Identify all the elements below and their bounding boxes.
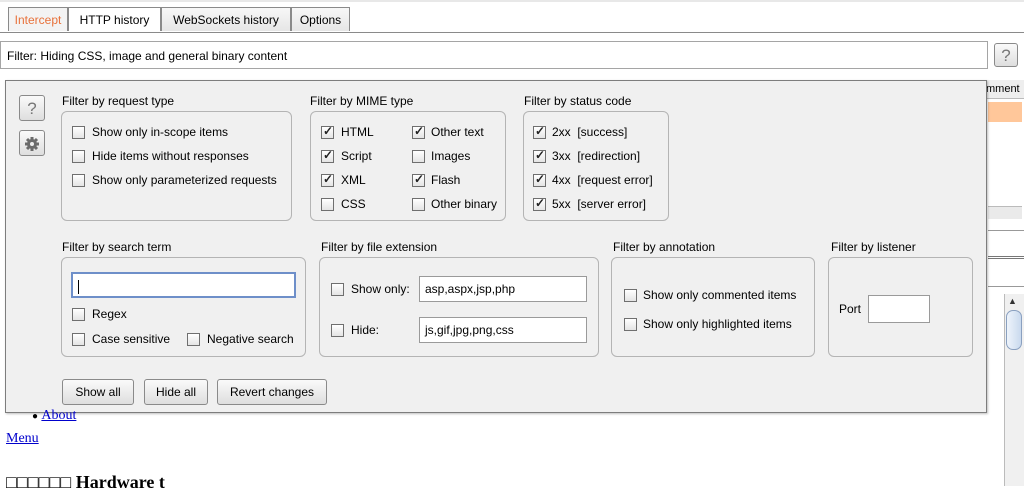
highlighted-label: Show only highlighted items [643,317,792,331]
regex-checkbox[interactable] [72,308,85,321]
commented-label: Show only commented items [643,288,797,302]
column-header-comment[interactable]: mment [985,80,1024,99]
other-text-checkbox[interactable] [412,124,425,139]
hide-extensions-input[interactable]: js,gif,jpg,png,css [419,317,587,343]
xml-label: XML [341,173,366,187]
request-type-title: Filter by request type [62,94,175,108]
annotation-title: Filter by annotation [613,240,716,254]
negative-search-label: Negative search [207,332,294,346]
status-5xx-label: 5xx [server error] [552,197,647,211]
listener-title: Filter by listener [831,240,916,254]
heading-missing-glyphs: □□□□□□ [6,472,72,492]
hide-label: Hide: [351,323,380,337]
show-only-label: Show only: [351,282,410,296]
html-checkbox[interactable] [321,124,334,139]
negative-search-checkbox[interactable] [187,333,200,346]
case-sensitive-checkbox[interactable] [72,333,85,346]
status-2xx-checkbox[interactable] [533,124,546,139]
help-icon[interactable]: ? [19,95,45,121]
images-label: Images [431,149,471,163]
css-checkbox[interactable] [321,198,334,211]
heading-text: Hardware t [75,472,165,492]
mime-title: Filter by MIME type [310,94,414,108]
tab-websockets-history[interactable]: WebSockets history [161,7,291,31]
css-label: CSS [341,197,366,211]
xml-checkbox[interactable] [321,172,334,187]
request-type-group: Show only in-scope items Hide items with… [61,111,292,221]
search-input[interactable] [71,272,296,298]
script-checkbox[interactable] [321,148,334,163]
in-scope-label: Show only in-scope items [92,125,229,139]
filter-panel: ? Filter by request type Show only in-sc… [5,80,987,413]
other-text-label: Other text [431,125,484,139]
revert-changes-button[interactable]: Revert changes [217,379,327,405]
mime-group: HTML Script XML CSS Other text Images Fl… [310,111,506,221]
filter-help-icon[interactable]: ? [994,43,1018,67]
highlighted-checkbox[interactable] [624,318,637,331]
status-group: 2xx [success] 3xx [redirection] 4xx [req… [523,111,669,221]
without-responses-label: Hide items without responses [92,149,249,163]
scrollbar-thumb[interactable] [1006,310,1022,350]
in-scope-checkbox[interactable] [72,126,85,139]
highlighted-row[interactable] [988,102,1022,122]
show-only-checkbox[interactable] [331,283,344,296]
hide-checkbox[interactable] [331,324,344,337]
parameterized-checkbox[interactable] [72,174,85,187]
images-checkbox[interactable] [412,150,425,163]
status-4xx-label: 4xx [request error] [552,173,653,187]
other-binary-checkbox[interactable] [412,198,425,211]
other-binary-label: Other binary [431,197,498,211]
scroll-up-icon[interactable]: ▲ [1008,296,1017,306]
divider [988,256,1024,259]
tab-http-history[interactable]: HTTP history [68,7,161,31]
divider [988,230,1024,231]
listener-group: Port [828,257,973,357]
commented-checkbox[interactable] [624,289,637,302]
gear-icon[interactable] [19,130,45,156]
flash-checkbox[interactable] [412,172,425,187]
case-sensitive-label: Case sensitive [92,332,171,346]
search-title: Filter by search term [62,240,172,254]
nav-list-item: ● About [32,408,77,423]
status-5xx-checkbox[interactable] [533,196,546,211]
menu-link[interactable]: Menu [6,431,39,447]
search-group: Regex Case sensitive Negative search [61,257,306,357]
show-all-button[interactable]: Show all [62,379,134,405]
about-link[interactable]: About [41,408,76,423]
filter-bar[interactable]: Filter: Hiding CSS, image and general bi… [0,41,988,69]
divider [988,286,1024,287]
status-3xx-label: 3xx [redirection] [552,149,641,163]
status-title: Filter by status code [524,94,632,108]
script-label: Script [341,149,372,163]
annotation-group: Show only commented items Show only high… [611,257,815,357]
extension-group: Show only: asp,aspx,jsp,php Hide: js,gif… [319,257,599,357]
horizontal-scrollbar[interactable] [988,206,1022,219]
extension-title: Filter by file extension [321,240,438,254]
page-heading: □□□□□□ Hardware t [6,472,165,493]
window-top-edge [0,0,1024,2]
status-3xx-checkbox[interactable] [533,148,546,163]
tab-intercept[interactable]: Intercept [8,7,68,31]
without-responses-checkbox[interactable] [72,150,85,163]
port-input[interactable] [868,295,930,323]
port-label: Port [839,302,862,316]
tab-options[interactable]: Options [291,7,350,31]
status-4xx-checkbox[interactable] [533,172,546,187]
status-2xx-label: 2xx [success] [552,125,628,139]
hide-all-button[interactable]: Hide all [144,379,208,405]
flash-label: Flash [431,173,461,187]
show-only-extensions-input[interactable]: asp,aspx,jsp,php [419,276,587,302]
parameterized-label: Show only parameterized requests [92,173,277,187]
html-label: HTML [341,125,374,139]
regex-label: Regex [92,307,127,321]
